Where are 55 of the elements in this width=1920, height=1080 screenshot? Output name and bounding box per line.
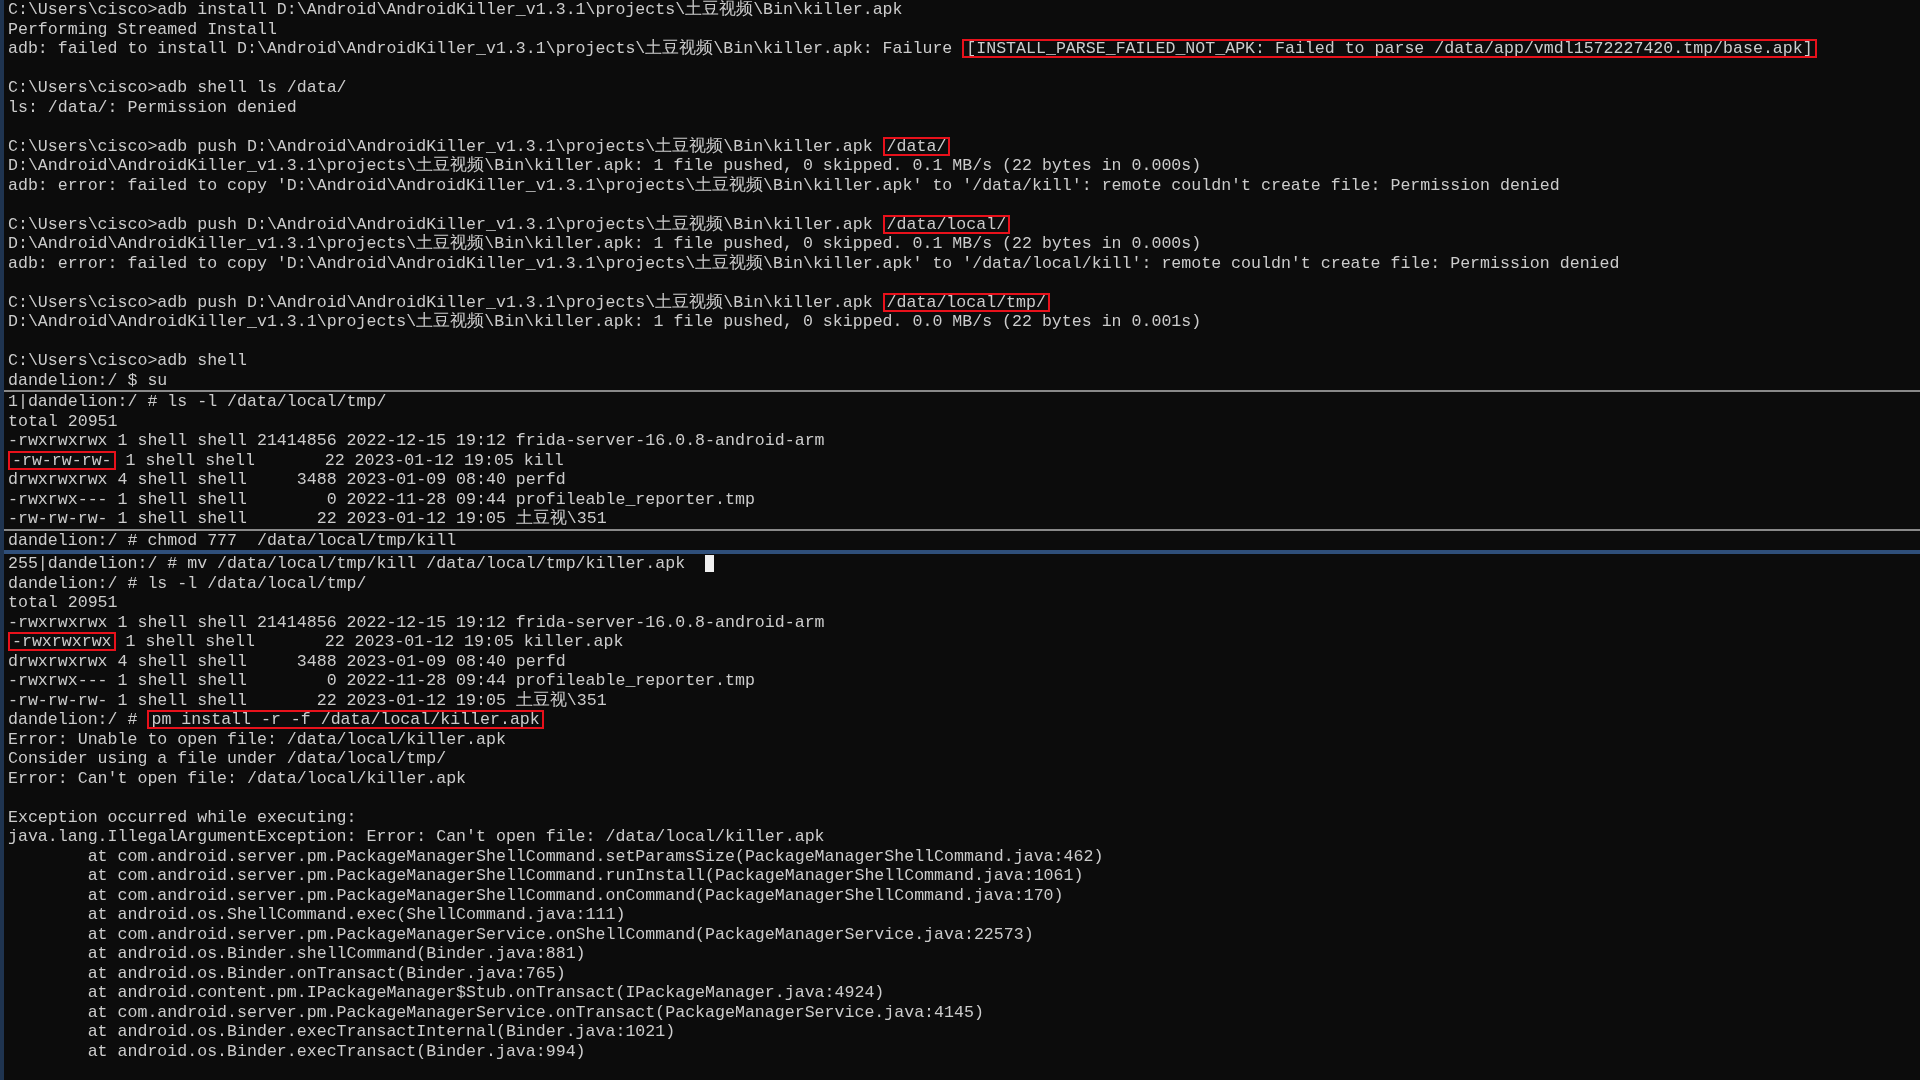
highlighted-text: -rwxrwxrwx bbox=[8, 632, 116, 652]
terminal-line: drwxrwxrwx 4 shell shell 3488 2023-01-09 08:40 perfd bbox=[8, 651, 566, 671]
terminal-line: Error: Can't open file: /data/local/killer.apk bbox=[8, 768, 467, 788]
terminal-line: C:\Users\cisco>adb shell bbox=[8, 351, 247, 371]
terminal-text: 1 shell shell 22 2023-01-12 19:05 killer.apk bbox=[124, 632, 624, 652]
terminal-line: at android.os.Binder.execTransact(Binder.java:994) bbox=[86, 1041, 586, 1061]
terminal-line: D:\Android\AndroidKiller_v1.3.1\projects\土豆视频\Bin\killer.apk: 1 file pushed, 0 skipped. 0.0 MB/s (22 bytes in 0.001s) bbox=[8, 312, 1202, 332]
terminal-text: C:\Users\cisco>adb push D:\Android\AndroidKiller_v1.3.1\projects\土豆视频\Bin\killer.apk bbox=[8, 292, 874, 312]
terminal-line: 1|dandelion:/ # ls -l /data/local/tmp/ bbox=[8, 392, 387, 412]
highlighted-text: -rw-rw-rw- bbox=[8, 450, 116, 470]
terminal-line: D:\Android\AndroidKiller_v1.3.1\projects\土豆视频\Bin\killer.apk: 1 file pushed, 0 skipped. 0.1 MB/s (22 bytes in 0.000s) bbox=[8, 156, 1202, 176]
terminal-line: at android.os.Binder.execTransactInternal(Binder.java:1021) bbox=[86, 1022, 676, 1042]
terminal-line: D:\Android\AndroidKiller_v1.3.1\projects\土豆视频\Bin\killer.apk: 1 file pushed, 0 skipped. 0.1 MB/s (22 bytes in 0.000s) bbox=[8, 234, 1202, 254]
terminal-text: C:\Users\cisco>adb push D:\Android\AndroidKiller_v1.3.1\projects\土豆视频\Bin\killer.apk bbox=[8, 136, 874, 156]
terminal-line: total 20951 bbox=[8, 411, 118, 431]
terminal-line: drwxrwxrwx 4 shell shell 3488 2023-01-09 08:40 perfd bbox=[8, 470, 566, 490]
terminal-line: at com.android.server.pm.PackageManagerService.onTransact(PackageManagerService.java:4145) bbox=[86, 1002, 984, 1022]
terminal-line: dandelion:/ # ls -l /data/local/tmp/ bbox=[8, 573, 367, 593]
terminal-text: 1 shell shell 22 2023-01-12 19:05 kill bbox=[124, 450, 564, 470]
terminal-line: Consider using a file under /data/local/tmp/ bbox=[8, 749, 447, 769]
terminal-line: -rwxrwx--- 1 shell shell 0 2022-11-28 09:44 profileable_reporter.tmp bbox=[8, 671, 755, 691]
terminal-line: at com.android.server.pm.PackageManagerShellCommand.onCommand(PackageManagerShellCommand.java:170) bbox=[86, 885, 1064, 905]
terminal-line: -rwxrwxrwx 1 shell shell 21414856 2022-12-15 19:12 frida-server-16.0.8-android-arm bbox=[8, 612, 825, 632]
terminal-line: -rwxrwxrwx 1 shell shell 21414856 2022-12-15 19:12 frida-server-16.0.8-android-arm bbox=[8, 431, 825, 451]
terminal-line: at com.android.server.pm.PackageManagerShellCommand.setParamsSize(PackageManagerShellCommand.java:462) bbox=[86, 846, 1104, 866]
terminal-line: dandelion:/ $ su bbox=[8, 370, 168, 390]
terminal-line: Error: Unable to open file: /data/local/killer.apk bbox=[8, 729, 506, 749]
terminal-line: adb: error: failed to copy 'D:\Android\AndroidKiller_v1.3.1\projects\土豆视频\Bin\killer.apk' to '/data/local/kill': remote couldn't create file: Permission denied bbox=[8, 253, 1620, 273]
highlighted-text: /data/ bbox=[882, 136, 951, 156]
terminal-line: Exception occurred while executing: bbox=[8, 807, 357, 827]
terminal-line: at android.os.Binder.onTransact(Binder.java:765) bbox=[86, 963, 566, 983]
terminal-line: at com.android.server.pm.PackageManagerService.onShellCommand(PackageManagerService.java:22573) bbox=[86, 924, 1034, 944]
terminal-line: at android.content.pm.IPackageManager$Stub.onTransact(IPackageManager.java:4924) bbox=[86, 983, 885, 1003]
terminal-line: C:\Users\cisco>adb install D:\Android\AndroidKiller_v1.3.1\projects\土豆视频\Bin\killer.apk bbox=[8, 0, 903, 20]
terminal-line: adb: error: failed to copy 'D:\Android\AndroidKiller_v1.3.1\projects\土豆视频\Bin\killer.apk' to '/data/kill': remote couldn't create file: Permission denied bbox=[8, 175, 1560, 195]
terminal-line: at android.os.Binder.shellCommand(Binder.java:881) bbox=[86, 944, 586, 964]
highlighted-text: [INSTALL_PARSE_FAILED_NOT_APK: Failed to parse /data/app/vmdl1572227420.tmp/base.apk] bbox=[962, 39, 1817, 59]
terminal-line: -rw-rw-rw- 1 shell shell 22 2023-01-12 19:05 土豆视\351 bbox=[8, 690, 607, 710]
terminal-line: at com.android.server.pm.PackageManagerShellCommand.runInstall(PackageManagerShellCommand.java:1061) bbox=[86, 866, 1084, 886]
highlighted-text: pm install -r -f /data/local/killer.apk bbox=[147, 710, 544, 730]
terminal-text: 255|dandelion:/ # mv /data/local/tmp/kill /data/local/tmp/killer.apk bbox=[8, 554, 687, 574]
terminal-line: dandelion:/ # chmod 777 /data/local/tmp/kill bbox=[8, 530, 457, 550]
highlighted-text: /data/local/ bbox=[882, 214, 1011, 234]
terminal-text: dandelion:/ # bbox=[8, 710, 139, 730]
highlighted-text: /data/local/tmp/ bbox=[882, 292, 1050, 312]
terminal-line: total 20951 bbox=[8, 593, 118, 613]
terminal-line: Performing Streamed Install bbox=[8, 19, 277, 39]
terminal-line: -rwxrwx--- 1 shell shell 0 2022-11-28 09:44 profileable_reporter.tmp bbox=[8, 489, 755, 509]
terminal-text: adb: failed to install D:\Android\AndroidKiller_v1.3.1\projects\土豆视频\Bin\killer.apk: Failure bbox=[8, 39, 954, 59]
terminal-line: C:\Users\cisco>adb shell ls /data/ bbox=[8, 78, 347, 98]
terminal-line: at android.os.ShellCommand.exec(ShellCommand.java:111) bbox=[86, 905, 626, 925]
terminal-line: -rw-rw-rw- 1 shell shell 22 2023-01-12 19:05 土豆视\351 bbox=[8, 509, 607, 529]
terminal-line: java.lang.IllegalArgumentException: Error: Can't open file: /data/local/killer.apk bbox=[8, 827, 825, 847]
terminal-text: C:\Users\cisco>adb push D:\Android\AndroidKiller_v1.3.1\projects\土豆视频\Bin\killer.apk bbox=[8, 214, 874, 234]
terminal-line: ls: /data/: Permission denied bbox=[8, 97, 297, 117]
